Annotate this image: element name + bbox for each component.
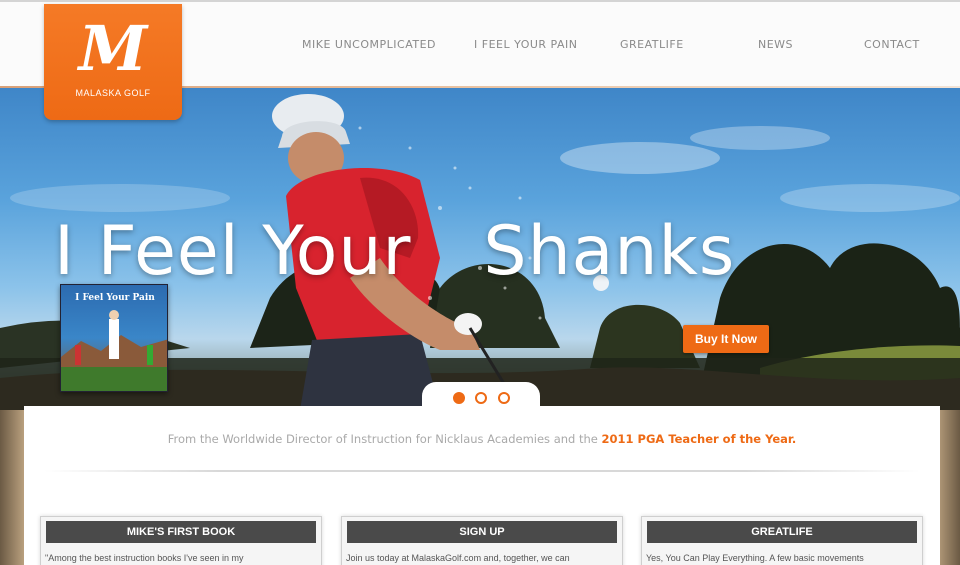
slide-dot-3[interactable] [498, 392, 510, 404]
panel-mikes-first-book: MIKE'S FIRST BOOK "Among the best instru… [40, 516, 322, 565]
panel-text: Join us today at MalaskaGolf.com and, to… [346, 553, 570, 563]
content-divider [44, 470, 920, 472]
hero-headline-part-2: Shanks [483, 212, 736, 291]
malaska-golf-logo[interactable]: M MALASKA GOLF [44, 4, 182, 120]
panel-text: Yes, You Can Play Everything. A few basi… [646, 553, 864, 563]
panel-sign-up: SIGN UP Join us today at MalaskaGolf.com… [341, 516, 623, 565]
tagline: From the Worldwide Director of Instructi… [24, 432, 940, 446]
tagline-text: From the Worldwide Director of Instructi… [167, 432, 598, 446]
buy-it-now-button[interactable]: Buy It Now [683, 325, 769, 353]
hero-headline: I Feel Your Shanks [54, 212, 735, 291]
panel-greatlife: GREATLIFE Yes, You Can Play Everything. … [641, 516, 923, 565]
nav-news[interactable]: NEWS [758, 38, 793, 51]
panel-title[interactable]: SIGN UP [347, 521, 617, 543]
book-cover[interactable]: I Feel Your Pain [60, 284, 168, 392]
nav-i-feel-your-pain[interactable]: I FEEL YOUR PAIN [474, 38, 578, 51]
logo-wordmark: MALASKA GOLF [75, 88, 151, 98]
main-content: From the Worldwide Director of Instructi… [24, 406, 940, 565]
nav-mike-uncomplicated[interactable]: MIKE UNCOMPLICATED [302, 38, 436, 51]
nav-contact[interactable]: CONTACT [864, 38, 920, 51]
logo-monogram: M [78, 12, 148, 85]
tagline-highlight: 2011 PGA Teacher of the Year. [601, 432, 797, 446]
slide-dot-1[interactable] [453, 392, 465, 404]
nav-greatlife[interactable]: GREATLIFE [620, 38, 684, 51]
panel-title[interactable]: GREATLIFE [647, 521, 917, 543]
hero-banner: I Feel Your Shanks I Feel Your Pain Buy I… [0, 88, 960, 410]
book-cover-grass [61, 367, 167, 391]
panel-text: "Among the best instruction books I've s… [45, 553, 244, 563]
hero-headline-part-1: I Feel Your [54, 212, 412, 291]
slide-dot-2[interactable] [475, 392, 487, 404]
panel-title[interactable]: MIKE'S FIRST BOOK [46, 521, 316, 543]
